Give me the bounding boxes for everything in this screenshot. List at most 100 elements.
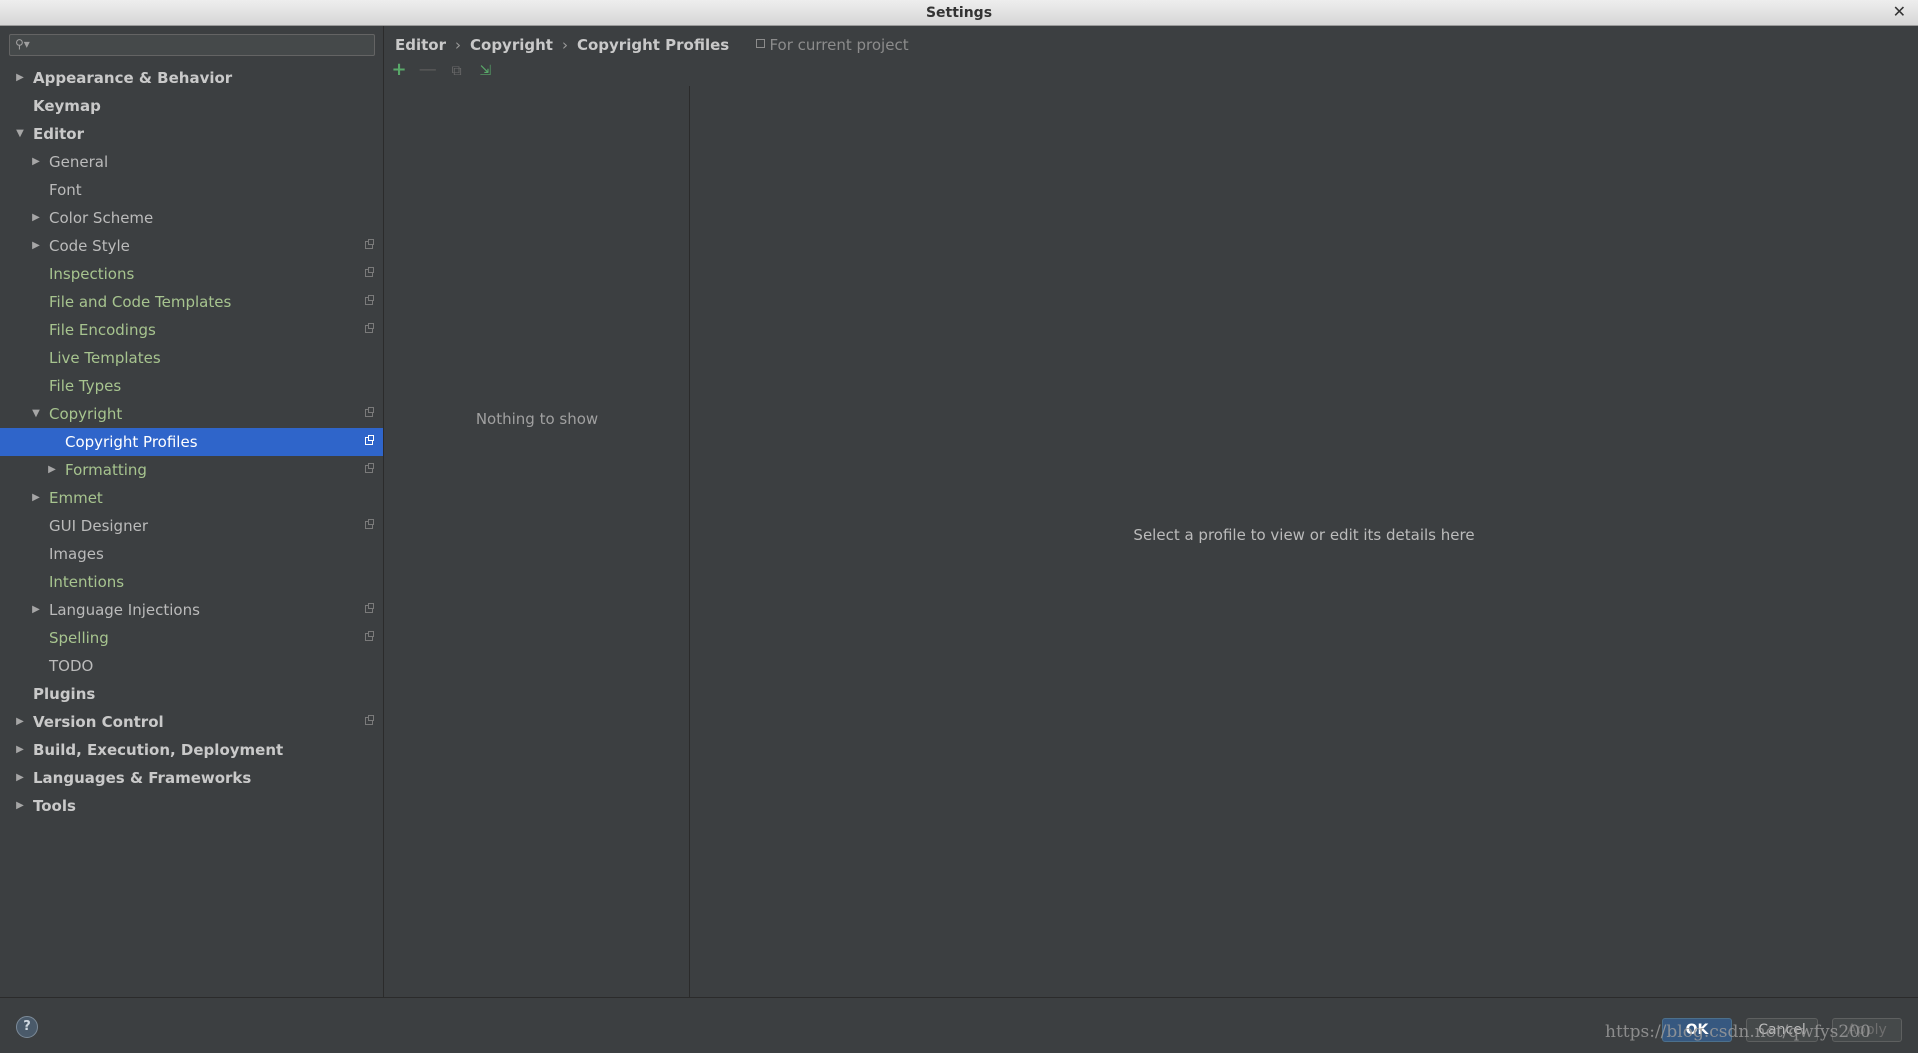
tree-item-label: Version Control xyxy=(33,713,164,731)
breadcrumb-separator: › xyxy=(561,36,568,54)
tree-item-label: Font xyxy=(49,181,82,199)
collapsed-arrow-icon[interactable]: ▶ xyxy=(14,64,26,92)
empty-details-text: Select a profile to view or edit its det… xyxy=(1133,526,1475,544)
scope-label: For current project xyxy=(756,36,909,54)
tree-item-file-types[interactable]: File Types xyxy=(0,372,383,400)
tree-item-label: File and Code Templates xyxy=(49,293,232,311)
project-scope-icon xyxy=(365,715,374,725)
tree-item-label: Spelling xyxy=(49,629,109,647)
tree-item-label: File Encodings xyxy=(49,321,156,339)
tree-item-gui-designer[interactable]: GUI Designer xyxy=(0,512,383,540)
expanded-arrow-icon[interactable]: ▼ xyxy=(14,120,26,148)
profiles-toolbar: + — ⧉ ⇲ xyxy=(389,60,499,82)
project-scope-icon xyxy=(365,631,374,641)
tree-item-keymap[interactable]: Keymap xyxy=(0,92,383,120)
collapsed-arrow-icon[interactable]: ▶ xyxy=(30,148,42,176)
project-scope-icon xyxy=(365,519,374,529)
tree-item-label: Language Injections xyxy=(49,601,200,619)
watermark: https://blog.csdn.net/qwfys200 xyxy=(1605,1022,1871,1042)
help-icon[interactable]: ? xyxy=(16,1016,38,1038)
tree-item-general[interactable]: ▶ General xyxy=(0,148,383,176)
tree-item-copyright[interactable]: ▼ Copyright xyxy=(0,400,383,428)
import-icon[interactable]: ⇲ xyxy=(475,61,495,81)
tree-item-todo[interactable]: TODO xyxy=(0,652,383,680)
collapsed-arrow-icon[interactable]: ▶ xyxy=(30,484,42,512)
tree-item-editor[interactable]: ▼ Editor xyxy=(0,120,383,148)
project-scope-icon xyxy=(365,239,374,249)
search-icon: ⚲▾ xyxy=(15,37,30,51)
breadcrumb-separator: › xyxy=(455,36,461,54)
tree-item-formatting[interactable]: ▶ Formatting xyxy=(0,456,383,484)
title-bar: Settings ✕ xyxy=(0,0,1918,26)
tree-item-label: TODO xyxy=(49,657,94,675)
collapsed-arrow-icon[interactable]: ▶ xyxy=(14,736,26,764)
tree-item-file-and-code-templates[interactable]: File and Code Templates xyxy=(0,288,383,316)
collapsed-arrow-icon[interactable]: ▶ xyxy=(46,456,58,484)
tree-item-label: Appearance & Behavior xyxy=(33,69,233,87)
breadcrumb-item-copyright[interactable]: Copyright xyxy=(470,36,553,54)
tree-item-languages-frameworks[interactable]: ▶ Languages & Frameworks xyxy=(0,764,383,792)
tree-item-spelling[interactable]: Spelling xyxy=(0,624,383,652)
tree-item-inspections[interactable]: Inspections xyxy=(0,260,383,288)
tree-item-label: File Types xyxy=(49,377,122,395)
project-scope-icon xyxy=(365,295,374,305)
project-scope-icon xyxy=(365,407,374,417)
tree-item-label: Code Style xyxy=(49,237,130,255)
project-scope-icon xyxy=(365,603,374,613)
scope-text: For current project xyxy=(769,36,909,54)
tree-item-emmet[interactable]: ▶ Emmet xyxy=(0,484,383,512)
tree-item-font[interactable]: Font xyxy=(0,176,383,204)
profiles-list[interactable]: Nothing to show xyxy=(384,86,690,997)
search-input[interactable] xyxy=(38,36,372,56)
settings-tree: ▶ Appearance & Behavior Keymap ▼ Editor ▶ Gene… xyxy=(0,64,383,820)
tree-item-label: GUI Designer xyxy=(49,517,148,535)
tree-item-images[interactable]: Images xyxy=(0,540,383,568)
tree-item-file-encodings[interactable]: File Encodings xyxy=(0,316,383,344)
breadcrumb: Editor › Copyright › Copyright Profiles For … xyxy=(395,34,909,56)
collapsed-arrow-icon[interactable]: ▶ xyxy=(14,764,26,792)
tree-item-label: General xyxy=(49,153,109,171)
search-box[interactable]: ⚲▾ xyxy=(9,34,375,56)
close-icon[interactable]: ✕ xyxy=(1893,2,1906,21)
collapsed-arrow-icon[interactable]: ▶ xyxy=(30,204,42,232)
breadcrumb-item-copyright-profiles: Copyright Profiles xyxy=(576,36,730,54)
tree-item-label: Tools xyxy=(33,797,76,815)
tree-item-tools[interactable]: ▶ Tools xyxy=(0,792,383,820)
tree-item-plugins[interactable]: Plugins xyxy=(0,680,383,708)
tree-item-build-execution-deployment[interactable]: ▶ Build, Execution, Deployment xyxy=(0,736,383,764)
breadcrumb-item-editor[interactable]: Editor xyxy=(395,36,446,54)
tree-item-label: Emmet xyxy=(49,489,103,507)
tree-item-label: Copyright xyxy=(49,405,123,423)
project-scope-icon xyxy=(365,463,374,473)
tree-item-color-scheme[interactable]: ▶ Color Scheme xyxy=(0,204,383,232)
collapsed-arrow-icon[interactable]: ▶ xyxy=(30,232,42,260)
tree-item-appearance-behavior[interactable]: ▶ Appearance & Behavior xyxy=(0,64,383,92)
add-icon[interactable]: + xyxy=(389,60,409,80)
tree-item-language-injections[interactable]: ▶ Language Injections xyxy=(0,596,383,624)
tree-item-label: Color Scheme xyxy=(49,209,154,227)
tree-item-intentions[interactable]: Intentions xyxy=(0,568,383,596)
tree-item-label: Intentions xyxy=(49,573,125,591)
tree-item-label: Live Templates xyxy=(49,349,161,367)
expanded-arrow-icon[interactable]: ▼ xyxy=(30,400,42,428)
tree-item-label: Images xyxy=(49,545,104,563)
settings-sidebar: ⚲▾ ▶ Appearance & Behavior Keymap ▼ Editor ▶ G… xyxy=(0,26,384,997)
tree-item-label: Copyright Profiles xyxy=(65,433,198,451)
empty-list-text: Nothing to show xyxy=(475,410,599,428)
tree-item-label: Keymap xyxy=(33,97,101,115)
tree-item-code-style[interactable]: ▶ Code Style xyxy=(0,232,383,260)
window-title: Settings xyxy=(925,5,993,21)
tree-item-copyright-profiles[interactable]: Copyright Profiles xyxy=(0,428,383,456)
project-scope-icon xyxy=(365,435,374,445)
remove-icon[interactable]: — xyxy=(418,60,438,80)
main-panel: Editor › Copyright › Copyright Profiles For … xyxy=(384,26,1918,997)
project-scope-icon xyxy=(756,39,766,48)
project-scope-icon xyxy=(365,323,374,333)
collapsed-arrow-icon[interactable]: ▶ xyxy=(14,792,26,820)
collapsed-arrow-icon[interactable]: ▶ xyxy=(30,596,42,624)
tree-item-label: Editor xyxy=(33,125,84,143)
collapsed-arrow-icon[interactable]: ▶ xyxy=(14,708,26,736)
copy-icon[interactable]: ⧉ xyxy=(447,61,467,81)
tree-item-live-templates[interactable]: Live Templates xyxy=(0,344,383,372)
tree-item-version-control[interactable]: ▶ Version Control xyxy=(0,708,383,736)
